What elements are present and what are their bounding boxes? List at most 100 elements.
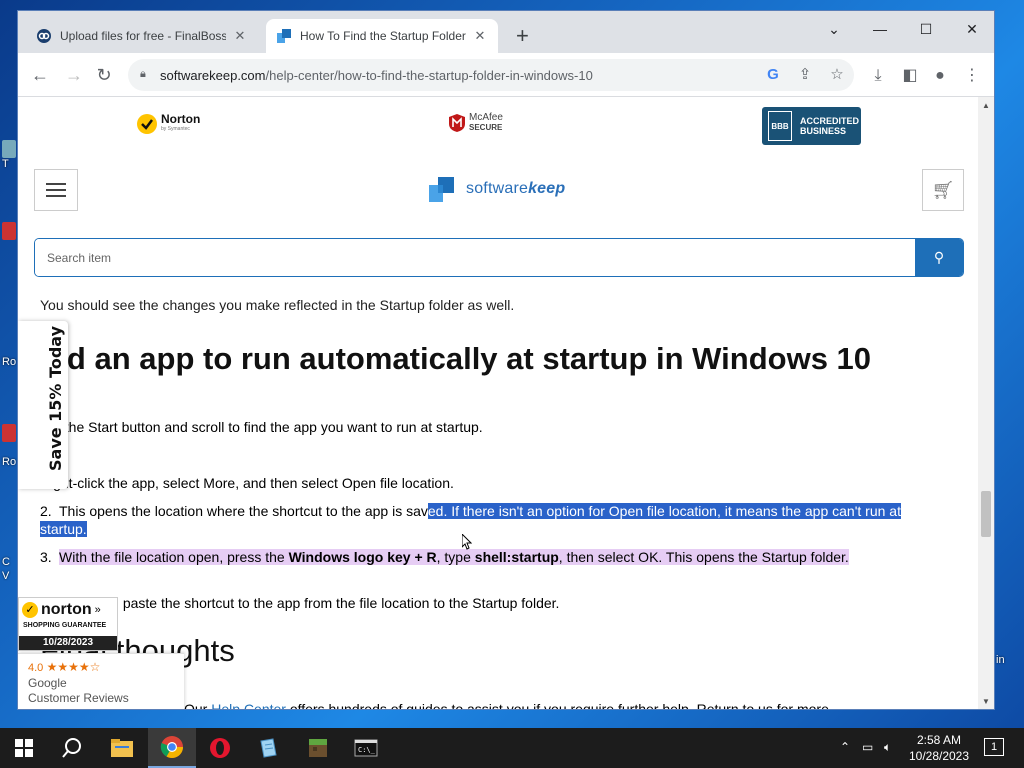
taskbar-notepad[interactable] [244,728,292,768]
notification-center-icon[interactable]: 1 [984,738,1004,756]
list-item: 3. With the file location open, press the… [40,548,940,566]
tab-finalboss[interactable]: Upload files for free - FinalBoss.i ✕ [26,19,258,53]
cart-button[interactable]: 🛒︎ [922,169,964,211]
google-reviews-widget[interactable]: 4.0 ★★★★☆ Google Customer Reviews [18,653,184,709]
browser-window: Upload files for free - FinalBoss.i ✕ Ho… [17,10,995,710]
norton-shopping-guarantee[interactable]: ✓ norton » SHOPPING GUARANTEE 10/28/2023 [18,597,118,651]
norton-seal-date: 10/28/2023 [19,636,117,650]
address-bar[interactable]: 🔒︎ softwarekeep.com/help-center/how-to-f… [128,59,854,91]
list-number: 3. [40,549,52,565]
cart-icon: 🛒︎ [931,180,955,200]
new-tab-button[interactable]: + [516,25,529,47]
notepad-icon [260,738,277,758]
list-item-text: Copy and paste the shortcut to the app f… [59,595,560,611]
tab-strip: Upload files for free - FinalBoss.i ✕ Ho… [18,11,994,53]
desktop-icon[interactable] [2,222,16,240]
list-item-text: This opens the location where the shortc… [59,503,428,519]
side-panel-icon[interactable]: ◧ [900,66,920,86]
tab-title: Upload files for free - FinalBoss.i [60,29,226,43]
start-icon [15,739,33,757]
profile-icon[interactable]: ● [930,66,950,86]
browser-toolbar: ← → ↻ 🔒︎ softwarekeep.com/help-center/ho… [18,53,994,97]
logo-word-plain: software [466,180,529,197]
desktop-icon[interactable] [2,140,16,158]
logo-word-bold: keep [528,180,566,197]
help-center-link[interactable]: Help Center [211,701,286,709]
scroll-down-icon[interactable]: ▼ [982,697,990,706]
mcafee-badge-sub: SECURE [469,123,503,132]
close-window-button[interactable]: ✕ [949,15,994,43]
chevron-right-icon: » [94,604,101,616]
start-button[interactable] [0,728,48,768]
lock-icon[interactable]: 🔒︎ [140,68,146,81]
hamburger-menu-button[interactable] [34,169,78,211]
taskbar-search-button[interactable] [48,728,96,768]
bbb-seal-icon: BBB [768,111,792,141]
tab-close-icon[interactable]: ✕ [232,28,248,44]
mcafee-badge[interactable]: McAfee SECURE [448,113,503,133]
taskbar-chrome[interactable] [148,728,196,768]
norton-badge[interactable]: Norton by Symantec [136,113,200,135]
back-button[interactable]: ← [28,63,52,87]
search-icon: ⚲ [933,249,945,265]
page-scrollbar[interactable]: ▲ ▼ [978,97,994,709]
list-number: 2. [40,503,52,519]
taskbar-opera[interactable] [196,728,244,768]
mouse-cursor-icon [462,534,472,550]
taskbar-terminal[interactable]: C:\_ [342,728,390,768]
network-icon[interactable]: ▭ [862,740,873,754]
url-text[interactable]: softwarekeep.com/help-center/how-to-find… [160,68,593,83]
list-item-bold: shell:startup [474,549,559,565]
promo-label: Save 15% Today [46,325,65,471]
tab-close-icon[interactable]: ✕ [472,28,488,44]
taskbar-minecraft[interactable] [294,728,342,768]
paragraph-text: Our [184,701,212,710]
search-icon [62,738,81,758]
list-item-text: ight-click the app, select More, and the… [50,475,454,491]
norton-badge-label: Norton [161,112,201,126]
list-item-text: , then select OK. This opens the Startup… [558,549,849,565]
share-icon[interactable]: ⇪ [796,66,814,84]
menu-kebab-icon[interactable]: ⋮ [962,66,982,86]
mcafee-shield-icon [449,114,465,132]
bookmark-star-icon[interactable]: ☆ [828,66,846,84]
scrollbar-thumb[interactable] [981,491,991,537]
minimize-button[interactable]: — [857,15,903,43]
taskbar-file-explorer[interactable] [98,728,146,768]
norton-check-icon [137,114,157,134]
bbb-accredited-badge[interactable]: BBB ACCREDITED BUSINESS [762,107,861,145]
list-item-text: With the file location open, press the [59,549,289,565]
softwarekeep-logo[interactable]: softwarekeep [428,175,565,203]
scroll-up-icon[interactable]: ▲ [982,101,990,110]
save-15-promo-tab[interactable]: Save 15% Today [18,321,68,489]
softwarekeep-icon [277,29,291,43]
forward-button[interactable]: → [62,63,86,87]
desktop-label-fragment: C [2,556,10,568]
list-item: ight-click the app, select More, and the… [50,474,950,492]
tab-search-chevron-icon[interactable]: ⌄ [811,15,857,43]
download-icon[interactable]: ⤓ [868,66,888,86]
clock-time: 2:58 AM [916,733,962,747]
list-item: 4.Copy and paste the shortcut to the app… [40,594,940,612]
review-rating: 4.0 [28,662,44,674]
chrome-icon [160,736,183,758]
web-page: Norton by Symantec McAfee SECURE BBB ACC… [18,97,978,710]
article-paragraph: ct the Start button and scroll to find t… [50,419,483,435]
tab-softwarekeep[interactable]: How To Find the Startup Folder i ✕ [266,19,498,53]
article-paragraph: You should see the changes you make refl… [40,297,515,313]
maximize-button[interactable]: ☐ [903,15,949,43]
system-clock[interactable]: 2:58 AM 10/28/2023 [904,732,974,764]
mcafee-badge-label: McAfee [469,112,503,123]
search-button[interactable]: ⚲ [915,239,963,276]
volume-muted-icon[interactable]: 🔈︎ [884,740,891,755]
bbb-line2: BUSINESS [800,126,847,136]
google-icon[interactable]: G [764,66,782,84]
norton-seal-name: norton [41,601,92,618]
opera-icon [210,738,230,758]
finalboss-icon [37,29,51,43]
show-hidden-icons[interactable]: ⌃ [840,740,850,754]
reload-button[interactable]: ↻ [92,63,116,87]
desktop-label-fragment: in [996,654,1005,666]
desktop-icon[interactable] [2,424,16,442]
search-input[interactable] [35,239,916,276]
